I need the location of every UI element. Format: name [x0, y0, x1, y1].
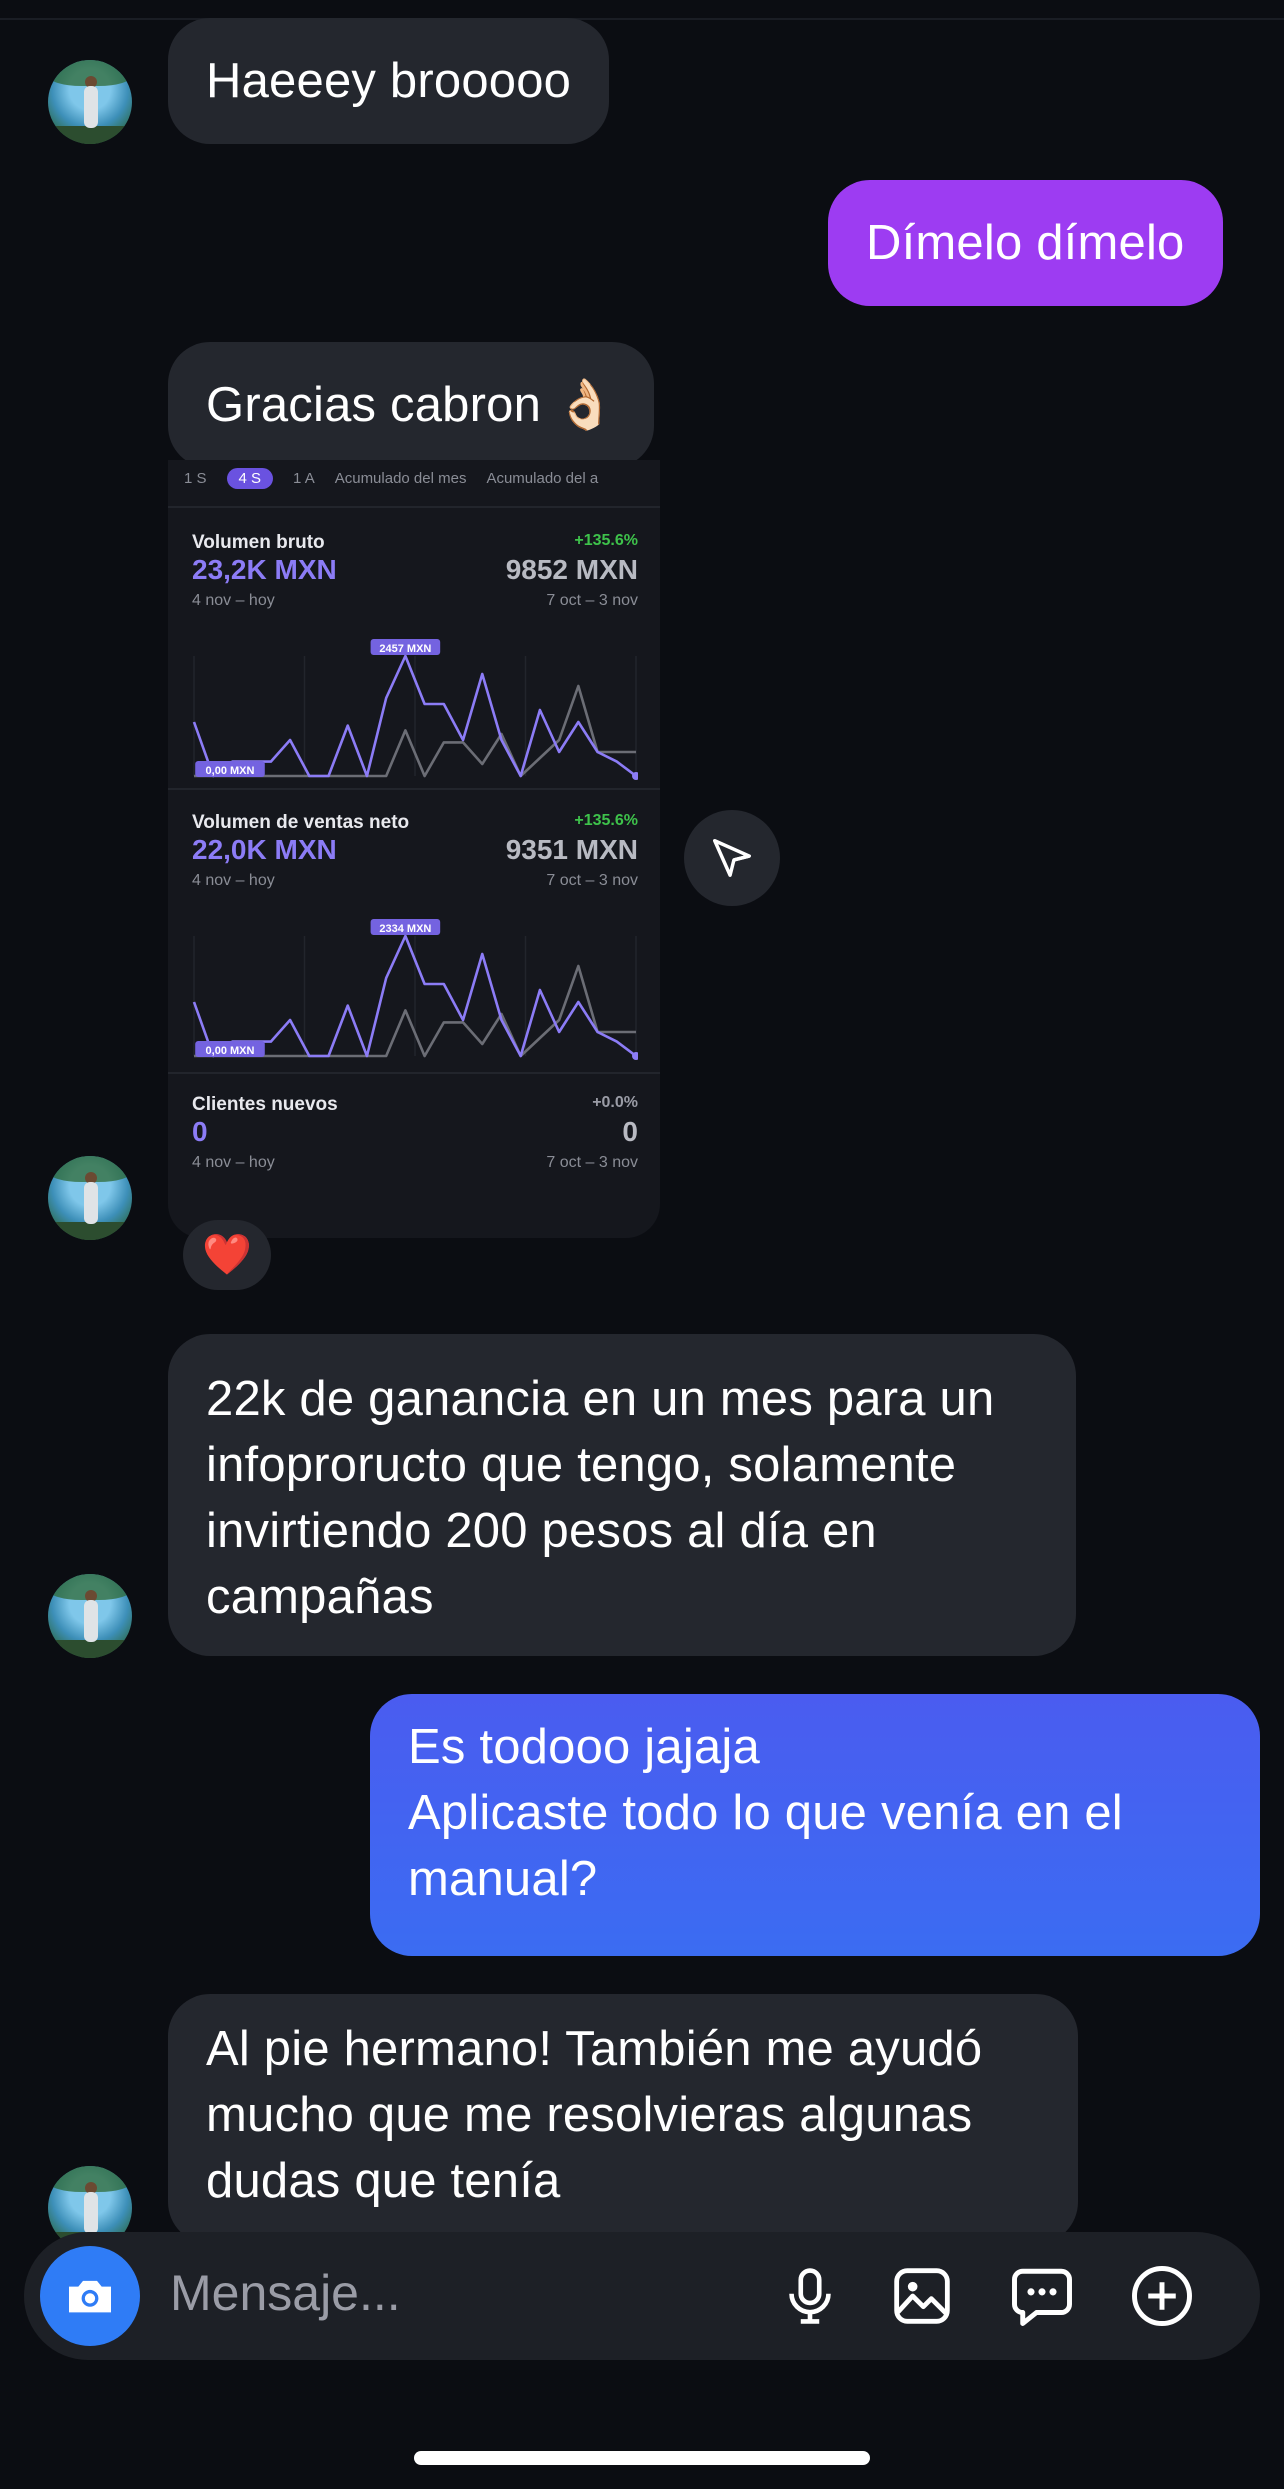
tab-1s: 1 S	[184, 469, 207, 487]
message-incoming[interactable]: 22k de ganancia en un mes para un infopr…	[168, 1334, 1076, 1656]
metric-prev-range: 7 oct – 3 nov	[546, 1154, 638, 1171]
tab-year: Acumulado del a	[486, 469, 599, 487]
header-divider	[0, 18, 1284, 20]
message-text: Al pie hermano! También me ayudó mucho q…	[206, 2022, 983, 2208]
metric-prev-range: 7 oct – 3 nov	[546, 872, 638, 889]
avatar[interactable]	[48, 60, 132, 144]
svg-text:0,00 MXN: 0,00 MXN	[206, 765, 255, 777]
sticker-button[interactable]	[1006, 2260, 1078, 2332]
metric-value: 22,0K MXN	[192, 834, 337, 865]
min-label: 0,00 MXN	[195, 761, 265, 777]
metric-change: +135.6%	[574, 812, 638, 829]
divider	[168, 1072, 660, 1074]
tab-1a: 1 A	[293, 469, 315, 487]
peak-label: 2457 MXN	[370, 639, 441, 655]
avatar[interactable]	[48, 1156, 132, 1240]
tab-4s: 4 S	[226, 467, 274, 489]
period-tabs: 1 S 4 S 1 A Acumulado del mes Acumulado …	[184, 460, 598, 496]
metric-label: Volumen bruto	[192, 532, 325, 553]
message-text: 22k de ganancia en un mes para un infopr…	[206, 1372, 995, 1624]
divider	[168, 506, 660, 508]
metric-label: Volumen de ventas neto	[192, 812, 410, 833]
microphone-button[interactable]	[774, 2260, 846, 2332]
message-input[interactable]: Mensaje...	[170, 2264, 401, 2322]
camera-icon	[69, 2280, 111, 2313]
tab-month: Acumulado del mes	[334, 469, 467, 487]
send-icon	[713, 839, 751, 877]
metric-new-clients: Clientes nuevos +0.0% 0 0 4 nov – hoy 7 …	[192, 1094, 638, 1234]
message-text-line: Aplicaste todo lo que venía en el manual…	[408, 1786, 1123, 1906]
sticker-icon	[1012, 2268, 1072, 2326]
more-button[interactable]	[1126, 2260, 1198, 2332]
metric-change: +0.0%	[592, 1094, 638, 1111]
metric-prev-range: 7 oct – 3 nov	[546, 592, 638, 609]
message-incoming[interactable]: Gracias cabron 👌🏻	[168, 342, 655, 468]
metric-change: +135.6%	[574, 532, 638, 549]
message-text-line: Es todooo jajaja	[408, 1720, 760, 1774]
metric-range: 4 nov – hoy	[192, 872, 275, 889]
microphone-icon	[789, 2268, 831, 2324]
image-icon	[894, 2268, 950, 2324]
svg-text:0,00 MXN: 0,00 MXN	[206, 1045, 255, 1057]
message-composer: Mensaje...	[24, 2232, 1260, 2360]
metric-value: 23,2K MXN	[192, 554, 337, 585]
message-incoming[interactable]: Haeeey brooooo	[168, 18, 610, 144]
metric-range: 4 nov – hoy	[192, 592, 275, 609]
metric-label: Clientes nuevos	[192, 1094, 338, 1115]
metric-prev-value: 9351 MXN	[505, 834, 638, 865]
home-indicator[interactable]	[414, 2451, 870, 2465]
metric-value: 0	[192, 1116, 208, 1147]
divider	[168, 788, 660, 790]
metric-prev-value: 9852 MXN	[505, 554, 638, 585]
share-post-button[interactable]	[684, 810, 780, 906]
sparkline-chart: 2457 MXN 0,00 MXN	[192, 639, 638, 780]
svg-text:2457 MXN: 2457 MXN	[379, 643, 431, 655]
metric-range: 4 nov – hoy	[192, 1154, 275, 1171]
heart-icon: ❤️	[202, 1233, 252, 1277]
svg-text:2334 MXN: 2334 MXN	[379, 923, 431, 935]
gallery-button[interactable]	[886, 2260, 958, 2332]
message-outgoing[interactable]: Es todooo jajaja Aplicaste todo lo que v…	[370, 1694, 1260, 1956]
avatar[interactable]	[48, 1574, 132, 1658]
peak-label: 2334 MXN	[370, 919, 441, 935]
reaction-badge[interactable]: ❤️	[183, 1220, 271, 1290]
plus-icon	[1132, 2266, 1192, 2326]
min-label: 0,00 MXN	[195, 1041, 265, 1057]
message-incoming[interactable]: Al pie hermano! También me ayudó mucho q…	[168, 1994, 1078, 2244]
message-outgoing[interactable]: Dímelo dímelo	[828, 180, 1223, 306]
sparkline-chart: 2334 MXN 0,00 MXN	[192, 919, 638, 1060]
metric-gross-volume: Volumen bruto +135.6% 23,2K MXN 9852 MXN…	[192, 532, 638, 782]
metric-net-volume: Volumen de ventas neto +135.6% 22,0K MXN…	[192, 812, 638, 1062]
camera-button[interactable]	[40, 2246, 140, 2346]
shared-post-card[interactable]: 1 S 4 S 1 A Acumulado del mes Acumulado …	[168, 460, 660, 1238]
metric-prev-value: 0	[622, 1116, 638, 1147]
